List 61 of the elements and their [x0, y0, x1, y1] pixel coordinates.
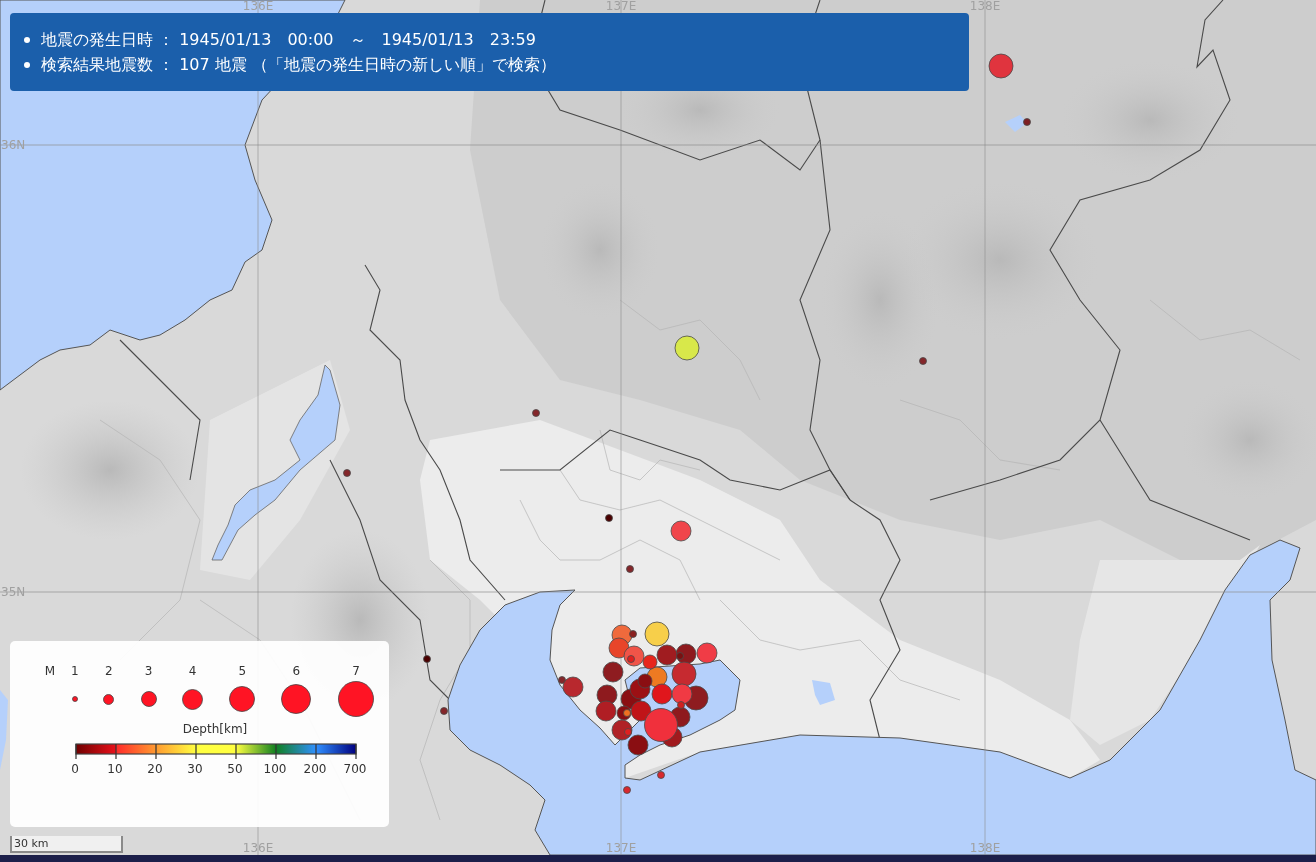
- epicenter-circle-icon[interactable]: [642, 654, 658, 670]
- legend-circle-icon: [338, 681, 375, 717]
- magnitude-label: 2: [105, 663, 113, 679]
- epicenter-circle-icon[interactable]: [671, 683, 693, 705]
- longitude-label: 138E: [969, 841, 1001, 855]
- lake-area: [812, 680, 835, 705]
- epicenter-circle-icon[interactable]: [596, 684, 618, 706]
- magnitude-label: 5: [238, 663, 247, 679]
- legend-circle-icon: [182, 688, 204, 710]
- depth-tick-label: 10: [106, 762, 124, 776]
- longitude-label: 136E: [242, 841, 274, 855]
- depth-tick-label: 50: [226, 762, 244, 776]
- epicenter-circle-icon[interactable]: [532, 409, 540, 417]
- depth-tick-label: 30: [186, 762, 204, 776]
- scale-bar: 30 km: [10, 836, 123, 853]
- legend-circle-icon: [281, 684, 312, 714]
- epicenter-circle-icon[interactable]: [1023, 118, 1031, 126]
- info-text: 検索結果地震数 ： 107 地震 （「地震の発生日時の新しい順」で検索）: [41, 54, 556, 76]
- epicenter-circle-icon[interactable]: [629, 630, 637, 638]
- bullet-icon: [24, 36, 30, 43]
- legend-circle-icon: [103, 693, 115, 705]
- info-text: 地震の発生日時 ： 1945/01/13 00:00 ～ 1945/01/13 23:59: [41, 29, 536, 51]
- depth-tick-label: 200: [302, 762, 328, 776]
- depth-tick-label: 700: [342, 762, 368, 776]
- latitude-label: 35N: [1, 585, 26, 599]
- depth-tick-label: 0: [70, 762, 80, 776]
- epicenter-circle-icon[interactable]: [595, 700, 617, 722]
- legend-circle-icon: [71, 696, 78, 702]
- epicenter-circle-icon[interactable]: [630, 700, 652, 722]
- epicenter-circle-icon[interactable]: [671, 661, 697, 687]
- longitude-label: 137E: [605, 841, 637, 855]
- epicenter-circle-icon[interactable]: [919, 357, 927, 365]
- bullet-icon: [24, 61, 30, 68]
- magnitude-title: M: [44, 663, 56, 679]
- magnitude-label: 6: [292, 663, 301, 679]
- legend-circle-icon: [140, 691, 157, 707]
- epicenter-circle-icon[interactable]: [562, 676, 584, 698]
- lake-area: [1005, 115, 1027, 132]
- epicenter-circle-icon[interactable]: [656, 644, 678, 666]
- epicenter-circle-icon[interactable]: [605, 514, 613, 522]
- magnitude-label: 1: [71, 663, 79, 679]
- epicenter-circle-icon[interactable]: [602, 661, 624, 683]
- depth-title: Depth[km]: [181, 721, 249, 737]
- depth-tick-label: 20: [146, 762, 164, 776]
- epicenter-circle-icon[interactable]: [637, 673, 653, 689]
- epicenter-circle-icon[interactable]: [611, 719, 633, 741]
- magnitude-label: 4: [188, 663, 197, 679]
- magnitude-label: 3: [144, 663, 153, 679]
- depth-tick-label: 100: [262, 762, 288, 776]
- epicenter-circle-icon[interactable]: [343, 469, 351, 477]
- epicenter-circle-icon[interactable]: [440, 707, 448, 715]
- magnitude-label: 7: [352, 663, 360, 679]
- epicenter-circle-icon[interactable]: [627, 734, 649, 756]
- epicenter-circle-icon[interactable]: [558, 676, 566, 684]
- legend-circle-icon: [229, 686, 256, 712]
- longitude-label: 136E: [242, 0, 274, 13]
- latitude-label: 36N: [1, 138, 26, 152]
- epicenter-circle-icon[interactable]: [608, 637, 630, 659]
- epicenter-circle-icon[interactable]: [626, 565, 634, 573]
- epicenter-circle-icon[interactable]: [423, 655, 431, 663]
- epicenter-circle-icon[interactable]: [644, 708, 678, 742]
